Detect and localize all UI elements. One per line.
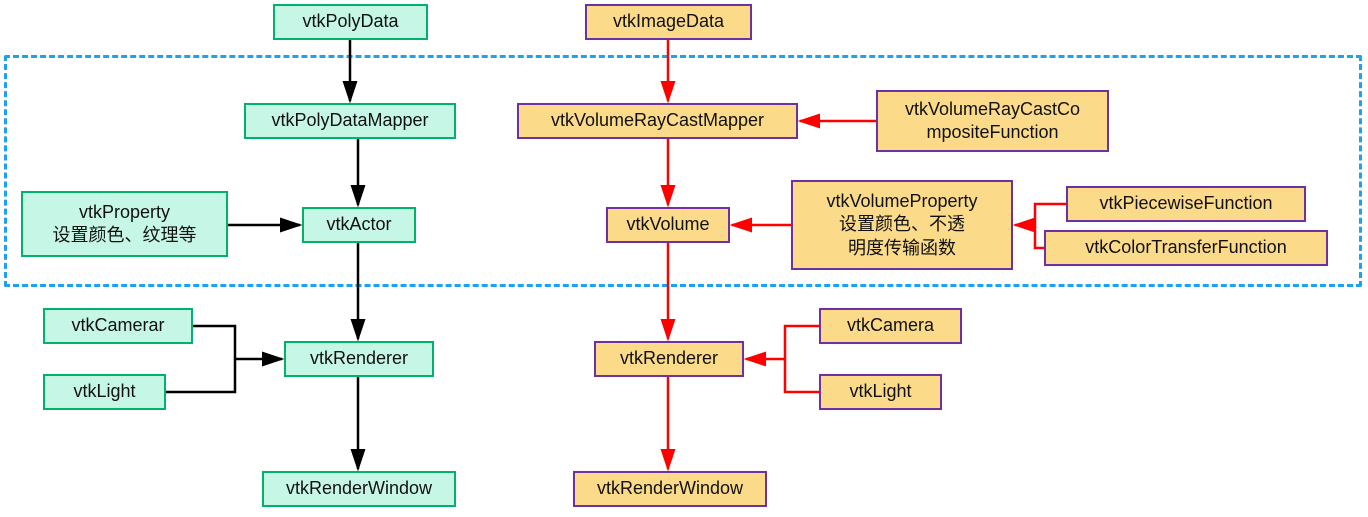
- diagram-stage: vtkPolyData vtkPolyDataMapper vtkPropert…: [0, 0, 1368, 517]
- box-vtkCamera-right: vtkCamera: [819, 308, 962, 344]
- arrow-camera-light-to-renderer-right-branch: [785, 326, 819, 392]
- box-vtkImageData: vtkImageData: [585, 4, 752, 40]
- box-vtkColorTransferFunction: vtkColorTransferFunction: [1044, 230, 1328, 266]
- box-vtkPolyData: vtkPolyData: [273, 4, 428, 40]
- box-vtkVolumeProperty: vtkVolumeProperty 设置颜色、不透 明度传输函数: [791, 180, 1013, 270]
- box-vtkRenderer-left: vtkRenderer: [284, 341, 434, 377]
- box-vtkRenderWindow-right: vtkRenderWindow: [573, 471, 767, 507]
- box-vtkVolumeRayCastCompositeFunction: vtkVolumeRayCastCo mpositeFunction: [876, 90, 1109, 152]
- box-vtkRenderer-right: vtkRenderer: [594, 341, 744, 377]
- box-vtkRenderWindow-left: vtkRenderWindow: [262, 471, 456, 507]
- box-vtkPiecewiseFunction: vtkPiecewiseFunction: [1066, 186, 1306, 222]
- box-vtkCamerar: vtkCamerar: [43, 308, 193, 344]
- box-vtkLight-left: vtkLight: [43, 374, 166, 410]
- box-vtkVolume: vtkVolume: [606, 207, 730, 243]
- box-vtkVolumeRayCastMapper: vtkVolumeRayCastMapper: [517, 103, 798, 139]
- box-vtkPolyDataMapper: vtkPolyDataMapper: [244, 103, 456, 139]
- box-vtkActor: vtkActor: [302, 207, 416, 243]
- box-vtkLight-right: vtkLight: [819, 374, 942, 410]
- box-vtkProperty: vtkProperty 设置颜色、纹理等: [21, 191, 228, 257]
